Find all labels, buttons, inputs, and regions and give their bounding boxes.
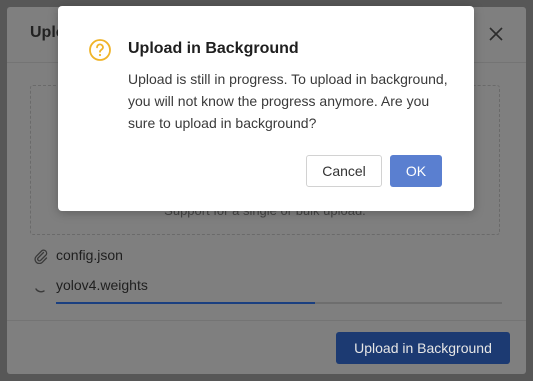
close-icon[interactable] — [485, 23, 507, 45]
upload-progress-fill — [56, 302, 315, 304]
upload-modal-footer: Upload in Background — [7, 320, 526, 375]
confirm-dialog-message: Upload is still in progress. To upload i… — [128, 71, 448, 131]
file-name: yolov4.weights — [56, 277, 148, 293]
paperclip-icon — [34, 249, 48, 264]
file-list-item: yolov4.weights — [33, 274, 503, 304]
file-name: config.json — [56, 247, 123, 263]
upload-progress-bar — [56, 302, 502, 304]
confirm-dialog-title: Upload in Background — [128, 40, 299, 57]
screen: Upload Support for a single or bulk uplo… — [0, 0, 533, 381]
ok-button[interactable]: OK — [390, 155, 442, 187]
loading-spinner-icon — [35, 288, 45, 293]
cancel-button[interactable]: Cancel — [306, 155, 382, 187]
upload-in-background-button[interactable]: Upload in Background — [336, 332, 510, 364]
confirm-dialog: Upload in Background Upload is still in … — [58, 6, 474, 211]
question-circle-icon — [89, 39, 111, 61]
file-list-item: config.json — [33, 244, 503, 266]
